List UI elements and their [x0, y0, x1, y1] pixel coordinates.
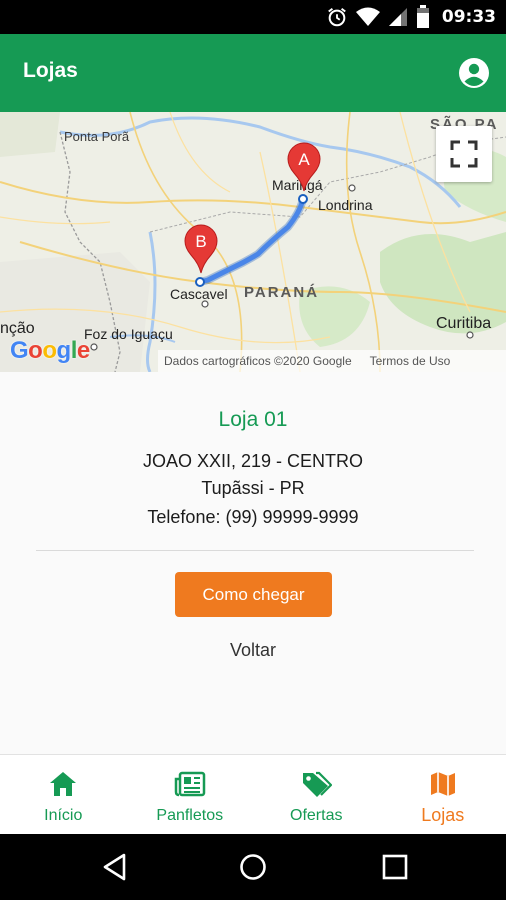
map-label-cascavel: Cascavel: [170, 286, 228, 302]
marker-b[interactable]: B: [183, 224, 219, 274]
back-link[interactable]: Voltar: [0, 640, 506, 661]
directions-button[interactable]: Como chegar: [175, 572, 332, 617]
account-circle-icon[interactable]: [458, 57, 490, 89]
store-phone: Telefone: (99) 99999-9999: [147, 507, 359, 527]
tags-icon: [303, 771, 333, 797]
bottom-navigation: Início Panfletos Ofertas Lojas: [0, 754, 506, 834]
map-label-assuncao: nção: [0, 320, 35, 337]
home-circle-icon[interactable]: [238, 852, 268, 882]
home-icon: [50, 772, 77, 796]
newspaper-icon: [174, 771, 205, 797]
nav-item-lojas[interactable]: Lojas: [380, 755, 506, 834]
map-icon: [430, 772, 455, 796]
map-attribution: Dados cartográficos ©2020 Google Termos …: [158, 350, 506, 372]
page-title: Lojas: [23, 59, 78, 82]
status-bar: 09:33: [0, 0, 506, 34]
map-view[interactable]: Ponta Porã SÃO PA Maringá Londrina Casca…: [0, 112, 506, 372]
fullscreen-icon: [450, 140, 478, 168]
store-name: Loja 01: [218, 408, 288, 431]
wifi-icon: [355, 7, 380, 26]
map-label-ponta-pora: Ponta Porã: [64, 129, 130, 144]
nav-label-lojas: Lojas: [421, 805, 465, 825]
nav-item-panfletos[interactable]: Panfletos: [127, 755, 254, 834]
store-address-line2: Tupãssi - PR: [201, 478, 305, 498]
google-logo: Google: [10, 337, 90, 364]
back-triangle-icon[interactable]: [100, 852, 130, 882]
battery-icon: [416, 5, 429, 28]
attribution-text: Dados cartográficos ©2020 Google: [164, 354, 352, 368]
map-label-londrina: Londrina: [318, 197, 373, 213]
nav-item-ofertas[interactable]: Ofertas: [253, 755, 380, 834]
fullscreen-button[interactable]: [436, 126, 492, 182]
store-details: Loja 01 JOAO XXII, 219 - CENTRO Tupãssi …: [0, 372, 506, 754]
store-address-line1: JOAO XXII, 219 - CENTRO: [142, 451, 364, 471]
status-time: 09:33: [441, 7, 496, 27]
nav-label-panfletos: Panfletos: [156, 807, 224, 824]
marker-a-label: A: [298, 150, 310, 169]
signal-icon: [388, 8, 407, 26]
alarm-icon: [328, 7, 346, 27]
divider: [36, 550, 474, 551]
map-label-foz-do-iguacu: Foz do Iguaçu: [84, 326, 173, 342]
nav-item-inicio[interactable]: Início: [0, 755, 127, 834]
map-label-curitiba: Curitiba: [436, 315, 492, 332]
nav-label-ofertas: Ofertas: [290, 807, 343, 824]
app-bar: Lojas: [0, 34, 506, 112]
map-tiles: [0, 112, 506, 372]
recents-square-icon[interactable]: [380, 852, 410, 882]
nav-label-inicio: Início: [44, 807, 83, 824]
system-navigation-bar: [0, 834, 506, 900]
marker-a[interactable]: A: [286, 142, 322, 192]
marker-b-label: B: [195, 232, 206, 251]
status-icons: 09:33: [326, 0, 496, 34]
map-label-parana: PARANÁ: [244, 284, 320, 301]
terms-link[interactable]: Termos de Uso: [370, 354, 451, 368]
